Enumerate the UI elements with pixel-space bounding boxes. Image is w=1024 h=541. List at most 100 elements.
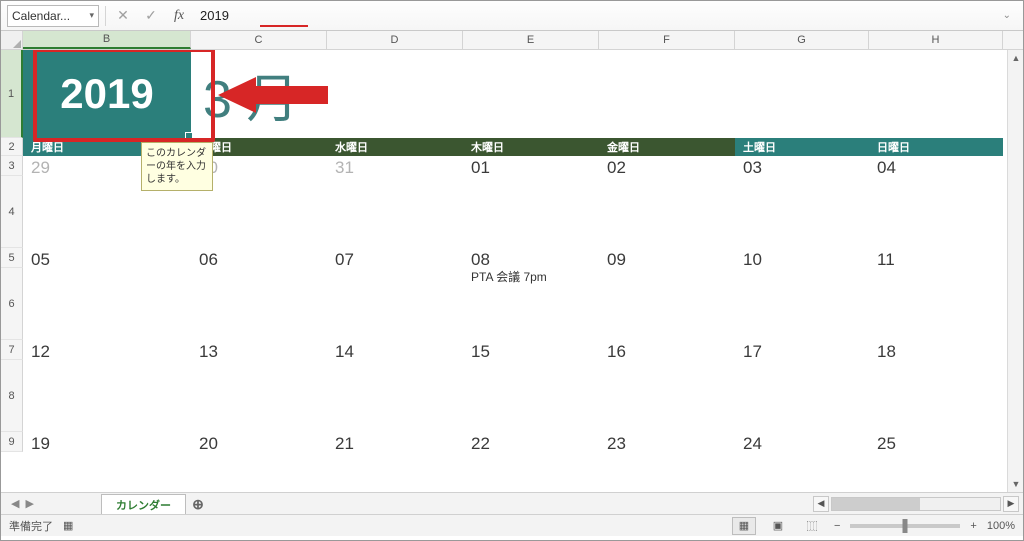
calendar-content-cell[interactable] bbox=[599, 268, 735, 340]
view-page-layout-button[interactable]: ▣ bbox=[766, 517, 790, 535]
column-header-G[interactable]: G bbox=[735, 31, 869, 49]
zoom-out-button[interactable]: − bbox=[834, 520, 840, 532]
row-header-1[interactable]: 1 bbox=[1, 50, 23, 138]
calendar-date-cell[interactable]: 05 bbox=[23, 248, 191, 268]
insert-function-button[interactable]: fx bbox=[168, 5, 190, 27]
scroll-right-icon[interactable]: ▶ bbox=[1003, 496, 1019, 512]
calendar-date-cell[interactable]: 02 bbox=[599, 156, 735, 176]
zoom-in-button[interactable]: + bbox=[970, 520, 976, 532]
row-header-6[interactable]: 6 bbox=[1, 268, 23, 340]
calendar-content-cell[interactable] bbox=[869, 268, 1003, 340]
calendar-content-cell[interactable] bbox=[191, 268, 327, 340]
column-header-H[interactable]: H bbox=[869, 31, 1003, 49]
vertical-scrollbar[interactable]: ▲ ▼ bbox=[1007, 50, 1023, 492]
month-cell[interactable]: 3 月 bbox=[191, 50, 1023, 138]
day-header-sun[interactable]: 日曜日 bbox=[869, 138, 1003, 156]
zoom-thumb[interactable] bbox=[903, 519, 908, 533]
calendar-date-cell[interactable]: 20 bbox=[191, 432, 327, 452]
calendar-content-cell[interactable] bbox=[327, 268, 463, 340]
calendar-date-cell[interactable]: 18 bbox=[869, 340, 1003, 360]
day-header-thu[interactable]: 木曜日 bbox=[463, 138, 599, 156]
macro-record-icon[interactable]: ▦ bbox=[63, 519, 73, 532]
day-header-wed[interactable]: 水曜日 bbox=[327, 138, 463, 156]
zoom-slider[interactable] bbox=[850, 524, 960, 528]
day-header-fri[interactable]: 金曜日 bbox=[599, 138, 735, 156]
calendar-date-cell[interactable]: 13 bbox=[191, 340, 327, 360]
calendar-date-cell[interactable]: 07 bbox=[327, 248, 463, 268]
row-header-4[interactable]: 4 bbox=[1, 176, 23, 248]
row-header-8[interactable]: 8 bbox=[1, 360, 23, 432]
tab-prev-icon[interactable]: ◀ bbox=[11, 497, 19, 510]
row-header-7[interactable]: 7 bbox=[1, 340, 23, 360]
calendar-date-cell[interactable]: 01 bbox=[463, 156, 599, 176]
calendar-date-cell[interactable]: 08 bbox=[463, 248, 599, 268]
calendar-content-cell[interactable] bbox=[735, 176, 869, 248]
confirm-edit-button[interactable]: ✓ bbox=[140, 5, 162, 27]
row-header-3[interactable]: 3 bbox=[1, 156, 23, 176]
calendar-date-cell[interactable]: 23 bbox=[599, 432, 735, 452]
tab-next-icon[interactable]: ▶ bbox=[25, 497, 33, 510]
select-all-corner[interactable] bbox=[1, 31, 23, 49]
calendar-content-cell[interactable] bbox=[599, 176, 735, 248]
scroll-left-icon[interactable]: ◀ bbox=[813, 496, 829, 512]
year-cell[interactable]: 2019 bbox=[23, 50, 191, 138]
column-header-F[interactable]: F bbox=[599, 31, 735, 49]
calendar-date-cell[interactable]: 06 bbox=[191, 248, 327, 268]
calendar-content-cell[interactable] bbox=[23, 360, 191, 432]
calendar-date-cell[interactable]: 09 bbox=[599, 248, 735, 268]
cancel-edit-button[interactable]: ✕ bbox=[112, 5, 134, 27]
calendar-date-cell[interactable]: 11 bbox=[869, 248, 1003, 268]
row-header-9[interactable]: 9 bbox=[1, 432, 23, 452]
calendar-content-cell[interactable] bbox=[327, 360, 463, 432]
calendar-content-cell[interactable] bbox=[599, 360, 735, 432]
calendar-date-cell[interactable]: 03 bbox=[735, 156, 869, 176]
add-sheet-button[interactable]: ⊕ bbox=[186, 494, 210, 514]
calendar-content-cell[interactable] bbox=[327, 176, 463, 248]
calendar-date-cell[interactable]: 14 bbox=[327, 340, 463, 360]
calendar-date-cell[interactable]: 21 bbox=[327, 432, 463, 452]
column-header-D[interactable]: D bbox=[327, 31, 463, 49]
title-row: 2019 3 月 bbox=[23, 50, 1023, 138]
day-header-label: 月曜日 bbox=[31, 139, 64, 155]
expand-formula-bar-icon[interactable]: ⌄ bbox=[999, 10, 1017, 21]
calendar-content-cell[interactable] bbox=[735, 268, 869, 340]
calendar-date-cell[interactable]: 31 bbox=[327, 156, 463, 176]
calendar-date-cell[interactable]: 16 bbox=[599, 340, 735, 360]
view-normal-button[interactable]: ▦ bbox=[732, 517, 756, 535]
calendar-date-cell[interactable]: 19 bbox=[23, 432, 191, 452]
scroll-thumb[interactable] bbox=[832, 498, 920, 510]
calendar-date-cell[interactable]: 17 bbox=[735, 340, 869, 360]
calendar-date-cell[interactable]: 12 bbox=[23, 340, 191, 360]
scroll-track[interactable] bbox=[831, 497, 1001, 511]
sheet-tab-calendar[interactable]: カレンダー bbox=[101, 494, 186, 514]
horizontal-scrollbar[interactable]: ◀ ▶ bbox=[813, 493, 1023, 514]
column-header-C[interactable]: C bbox=[191, 31, 327, 49]
row-header-2[interactable]: 2 bbox=[1, 138, 23, 156]
calendar-date-cell[interactable]: 04 bbox=[869, 156, 1003, 176]
calendar-date-cell[interactable]: 24 bbox=[735, 432, 869, 452]
formula-input[interactable] bbox=[196, 5, 993, 27]
scroll-down-icon[interactable]: ▼ bbox=[1008, 476, 1023, 492]
day-header-sat[interactable]: 土曜日 bbox=[735, 138, 869, 156]
calendar-date-cell[interactable]: 25 bbox=[869, 432, 1003, 452]
worksheet[interactable]: 2019 3 月 このカレンダーの年を入力します。 月曜日 火曜日 水曜日 木曜… bbox=[23, 50, 1023, 492]
calendar-date-cell[interactable]: 10 bbox=[735, 248, 869, 268]
row-header-5[interactable]: 5 bbox=[1, 248, 23, 268]
name-box[interactable]: Calendar... ▾ bbox=[7, 5, 99, 27]
chevron-down-icon[interactable]: ▾ bbox=[89, 10, 94, 21]
calendar-content-cell[interactable] bbox=[463, 360, 599, 432]
calendar-content-cell[interactable] bbox=[735, 360, 869, 432]
calendar-date-cell[interactable]: 22 bbox=[463, 432, 599, 452]
calendar-content-cell[interactable] bbox=[191, 360, 327, 432]
calendar-date-cell[interactable]: 15 bbox=[463, 340, 599, 360]
column-header-E[interactable]: E bbox=[463, 31, 599, 49]
calendar-content-cell[interactable] bbox=[869, 176, 1003, 248]
view-page-break-button[interactable]: ⿲ bbox=[800, 517, 824, 535]
column-header-B[interactable]: B bbox=[23, 31, 191, 49]
calendar-content-cell[interactable] bbox=[869, 360, 1003, 432]
scroll-up-icon[interactable]: ▲ bbox=[1008, 50, 1023, 66]
calendar-content-cell[interactable]: PTA 会議 7pm bbox=[463, 268, 599, 340]
fill-handle[interactable] bbox=[185, 132, 193, 140]
calendar-content-cell[interactable] bbox=[23, 268, 191, 340]
calendar-content-cell[interactable] bbox=[463, 176, 599, 248]
